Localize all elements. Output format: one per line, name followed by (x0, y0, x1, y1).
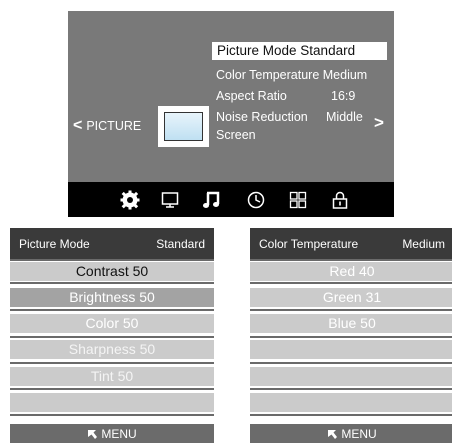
menu-item-label: Picture Mode (217, 43, 301, 58)
clock-icon[interactable] (246, 190, 266, 210)
screen-preview-icon (164, 112, 203, 141)
row-divider (250, 282, 452, 284)
grid-icon[interactable] (288, 190, 308, 210)
category-icon-bar (68, 182, 394, 217)
setting-row-empty (10, 393, 214, 412)
menu-item-value: Middle (326, 110, 363, 124)
setting-row-green[interactable]: Green 31 (250, 288, 452, 307)
picture-preview (158, 106, 209, 147)
menu-item-picture-mode[interactable]: Picture Mode Standard (212, 42, 387, 60)
setting-row-red[interactable]: Red 40 (250, 262, 452, 281)
lock-icon[interactable] (330, 190, 350, 210)
nav-previous-category[interactable]: < PICTURE (73, 117, 141, 135)
setting-row-brightness[interactable]: Brightness 50 (10, 288, 214, 307)
menu-item-label: Screen (216, 128, 256, 142)
setting-row-empty (250, 393, 452, 412)
row-divider (250, 309, 452, 311)
setting-row-tint[interactable]: Tint 50 (10, 367, 214, 386)
row-divider (250, 336, 452, 338)
back-arrow-icon (327, 426, 338, 443)
menu-item-label: Noise Reduction (216, 110, 308, 124)
row-divider (10, 309, 214, 311)
menu-item-value: 16:9 (331, 89, 356, 103)
menu-item-color-temperature[interactable]: Color Temperature Medium (216, 68, 367, 82)
chevron-right-icon[interactable]: > (374, 113, 384, 133)
row-divider (10, 414, 214, 416)
row-divider (10, 388, 214, 390)
setting-row-color[interactable]: Color 50 (10, 314, 214, 333)
row-divider (250, 362, 452, 364)
panel-header: Color Temperature Medium (250, 228, 452, 259)
row-divider (250, 414, 452, 416)
row-divider (10, 336, 214, 338)
panel-header-label: Picture Mode (19, 237, 90, 251)
picture-mode-panel: Picture Mode Standard Contrast 50 Bright… (10, 228, 214, 443)
picture-menu: Picture Mode Standard Color Temperature … (68, 11, 394, 217)
panel-header-label: Color Temperature (259, 237, 359, 251)
music-note-icon[interactable] (201, 190, 221, 210)
menu-label: MENU (101, 427, 137, 441)
row-divider (250, 259, 452, 261)
picture-gear-icon[interactable] (120, 190, 140, 210)
setting-row-sharpness[interactable]: Sharpness 50 (10, 340, 214, 359)
row-divider (250, 388, 452, 390)
menu-item-noise-reduction[interactable]: Noise Reduction Middle (216, 110, 386, 124)
menu-item-label: Aspect Ratio (216, 89, 287, 103)
panel-header-value: Medium (402, 237, 445, 251)
menu-item-value: Medium (322, 68, 368, 82)
setting-row-empty (250, 367, 452, 386)
color-temperature-panel: Color Temperature Medium Red 40 Green 31… (250, 228, 452, 443)
menu-item-value: Standard (300, 43, 356, 58)
menu-button[interactable]: MENU (10, 424, 214, 443)
monitor-icon[interactable] (160, 190, 180, 210)
category-label: PICTURE (86, 119, 142, 133)
menu-label: MENU (341, 427, 377, 441)
back-arrow-icon (87, 426, 98, 443)
panel-header-value: Standard (156, 237, 205, 251)
row-divider (10, 282, 214, 284)
chevron-left-icon: < (73, 117, 83, 134)
setting-row-blue[interactable]: Blue 50 (250, 314, 452, 333)
menu-item-aspect-ratio[interactable]: Aspect Ratio 16:9 (216, 89, 386, 103)
menu-item-screen[interactable]: Screen (216, 128, 256, 142)
setting-row-empty (250, 340, 452, 359)
setting-row-contrast[interactable]: Contrast 50 (10, 262, 214, 281)
row-divider (10, 259, 214, 261)
menu-item-label: Color Temperature (216, 68, 323, 82)
panel-header: Picture Mode Standard (10, 228, 214, 259)
menu-button[interactable]: MENU (250, 424, 452, 443)
row-divider (10, 362, 214, 364)
